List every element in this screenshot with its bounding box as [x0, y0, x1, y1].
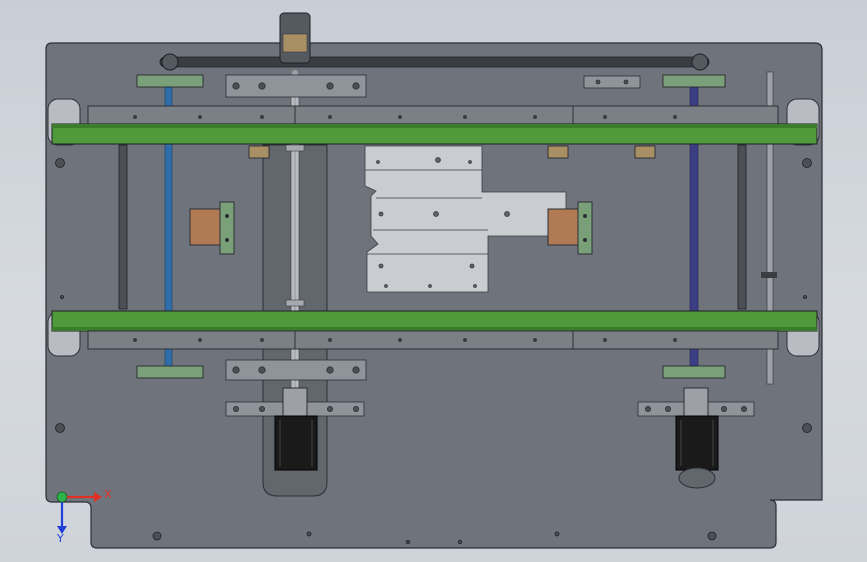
triad-x-label: X — [104, 488, 112, 501]
top-conveyor — [47, 98, 820, 146]
cad-viewport[interactable] — [0, 0, 867, 562]
triad-y-label: Y — [57, 532, 64, 545]
bottom-conveyor — [47, 310, 820, 357]
